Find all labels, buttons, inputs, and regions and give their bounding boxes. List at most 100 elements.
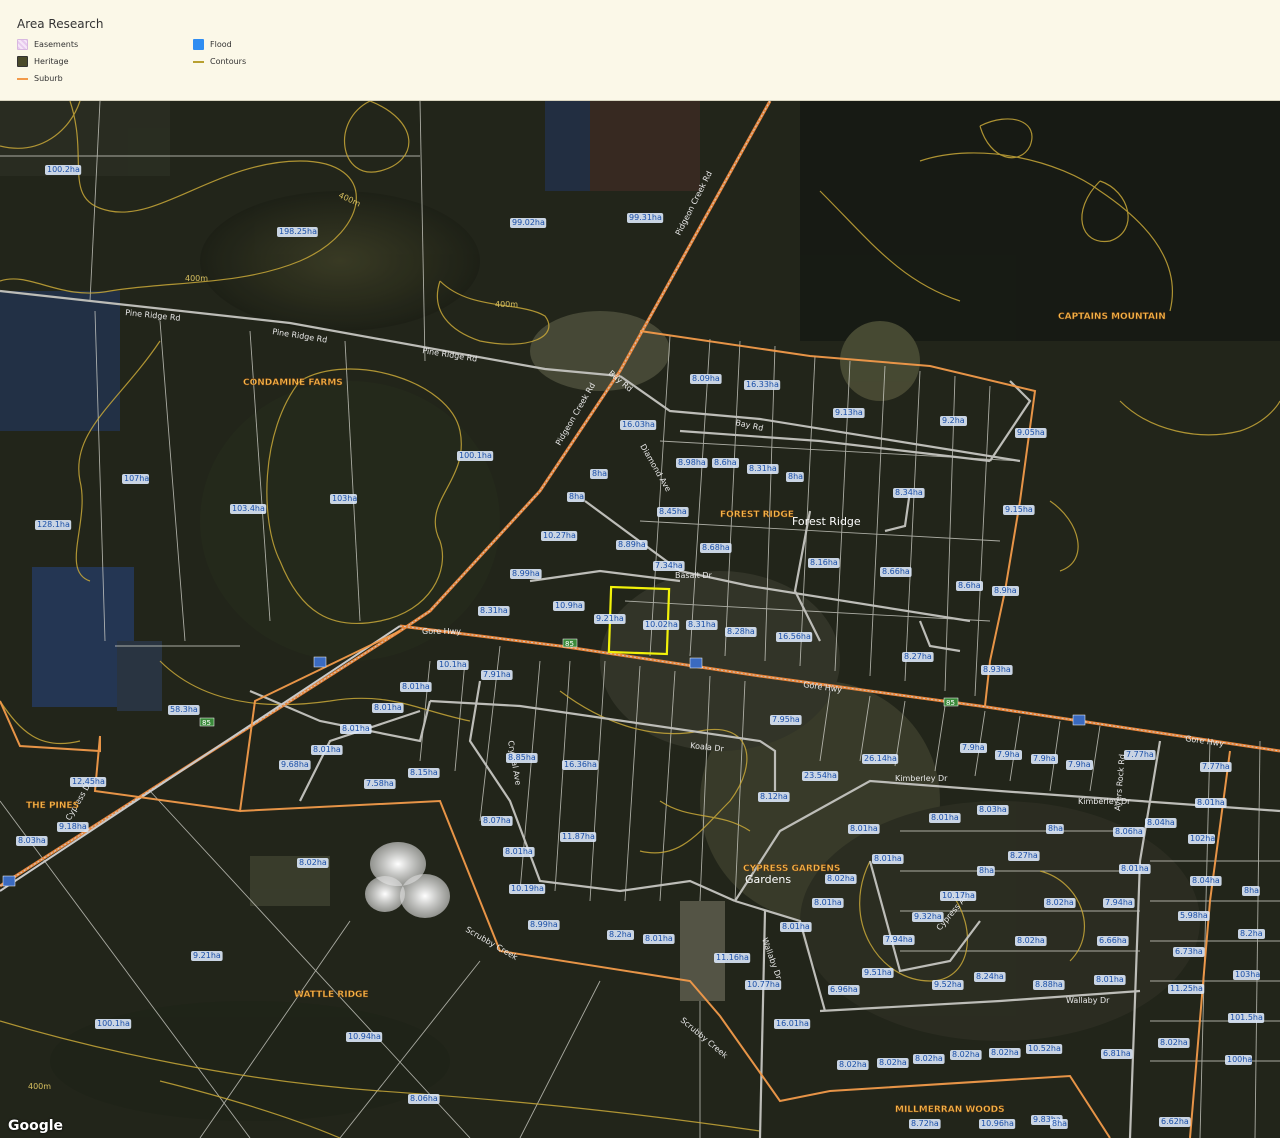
parcel-area-text: 8ha	[592, 469, 607, 478]
parcel-area-text: 7.95ha	[772, 715, 800, 724]
parcel-area-text: 8ha	[979, 866, 994, 875]
parcel-area-label: 7.91ha	[481, 670, 513, 680]
parcel-area-text: 8.04ha	[1147, 818, 1175, 827]
parcel-area-text: 8.72ha	[911, 1119, 939, 1128]
parcel-area-text: 9.21ha	[596, 614, 624, 623]
parcel-area-label: 7.34ha	[653, 561, 685, 571]
parcel-area-label: 8.01ha	[848, 824, 880, 834]
parcel-area-label: 99.02ha	[510, 218, 547, 228]
parcel-area-text: 8.66ha	[882, 567, 910, 576]
parcel-area-label: 8.98ha	[676, 458, 708, 468]
parcel-area-label: 8ha	[1046, 824, 1064, 834]
parcel-area-label: 11.16ha	[714, 953, 751, 963]
parcel-area-label: 8.01ha	[812, 898, 844, 908]
parcel-area-label: 8.93ha	[981, 665, 1013, 675]
parcel-area-label: 16.36ha	[562, 760, 599, 770]
map-canvas[interactable]: 400m 400m 400m 400m Pine Ridge Rd Pine R…	[0, 101, 1280, 1138]
parcel-area-label: 8.01ha	[1094, 975, 1126, 985]
parcel-area-text: 8ha	[569, 492, 584, 501]
parcel-area-label: 7.9ha	[1031, 754, 1058, 764]
route-shield-label: 85	[565, 640, 574, 648]
parcel-area-text: 8.27ha	[1010, 851, 1038, 860]
parcel-area-text: 8.03ha	[18, 836, 46, 845]
parcel-area-label: 8.01ha	[929, 813, 961, 823]
parcel-area-text: 8.02ha	[991, 1048, 1019, 1057]
parcel-area-label: 7.9ha	[960, 743, 987, 753]
parcel-area-label: 6.66ha	[1097, 936, 1129, 946]
parcel-area-label: 10.52ha	[1026, 1044, 1063, 1054]
suburb-label: THE PINES	[26, 801, 79, 811]
parcel-area-label: 11.25ha	[1168, 984, 1205, 994]
parcel-area-label: 102ha	[1188, 834, 1215, 844]
parcel-area-label: 7.77ha	[1124, 750, 1156, 760]
parcel-area-label: 8.31ha	[747, 464, 779, 474]
parcel-area-text: 10.77ha	[747, 980, 780, 989]
parcel-area-text: 8.6ha	[714, 458, 737, 467]
legend-item-suburb[interactable]: Suburb	[17, 73, 63, 84]
parcel-area-label: 101.5ha	[1228, 1013, 1265, 1023]
parcel-area-label: 8.99ha	[510, 569, 542, 579]
parcel-area-text: 6.81ha	[1103, 1049, 1131, 1058]
parcel-area-text: 8.16ha	[810, 558, 838, 567]
parcel-area-text: 8.01ha	[342, 724, 370, 733]
map-view[interactable]: 400m 400m 400m 400m Pine Ridge Rd Pine R…	[0, 101, 1280, 1138]
parcel-area-text: 7.77ha	[1202, 762, 1230, 771]
parcel-area-label: 23.54ha	[802, 771, 839, 781]
parcel-area-text: 8.98ha	[678, 458, 706, 467]
parcel-area-label: 8.02ha	[297, 858, 329, 868]
parcel-area-text: 11.25ha	[1170, 984, 1203, 993]
parcel-area-text: 16.56ha	[778, 632, 811, 641]
parcel-area-text: 99.31ha	[629, 213, 662, 222]
parcel-area-text: 8.07ha	[483, 816, 511, 825]
parcel-area-text: 8.01ha	[1096, 975, 1124, 984]
parcel-area-label: 6.81ha	[1101, 1049, 1133, 1059]
parcel-area-label: 8.16ha	[808, 558, 840, 568]
parcel-area-text: 9.2ha	[942, 416, 965, 425]
parcel-area-label: 8ha	[1050, 1119, 1068, 1129]
parcel-area-text: 8.01ha	[1197, 798, 1225, 807]
parcel-area-text: 16.33ha	[746, 380, 779, 389]
parcel-area-text: 8.89ha	[618, 540, 646, 549]
contours-swatch-icon	[193, 56, 204, 67]
parcel-area-text: 8.02ha	[827, 874, 855, 883]
parcel-area-text: 107ha	[124, 474, 149, 483]
parcel-area-label: 8.89ha	[616, 540, 648, 550]
legend-item-contours[interactable]: Contours	[193, 56, 246, 67]
parcel-area-label: 8.02ha	[877, 1058, 909, 1068]
parcel-area-text: 99.02ha	[512, 218, 545, 227]
parcel-area-text: 8.09ha	[692, 374, 720, 383]
parcel-area-label: 8.06ha	[408, 1094, 440, 1104]
parcel-area-label: 8.01ha	[780, 922, 812, 932]
parcel-area-text: 10.1ha	[439, 660, 467, 669]
parcel-area-label: 8ha	[567, 492, 585, 502]
parcel-area-text: 11.87ha	[562, 832, 595, 841]
parcel-area-label: 8.04ha	[1145, 818, 1177, 828]
parcel-area-text: 8.02ha	[952, 1050, 980, 1059]
parcel-area-text: 103.4ha	[232, 504, 265, 513]
legend-item-flood[interactable]: Flood	[193, 39, 232, 50]
parcel-area-label: 8.88ha	[1033, 980, 1065, 990]
parcel-area-label: 8ha	[786, 472, 804, 482]
parcel-area-label: 9.32ha	[912, 912, 944, 922]
parcel-area-text: 8.02ha	[1017, 936, 1045, 945]
parcel-area-text: 8ha	[1052, 1119, 1067, 1128]
legend-panel: Area Research Easements Heritage Suburb …	[0, 0, 1280, 101]
parcel-area-label: 100ha	[1225, 1055, 1252, 1065]
legend-label-contours: Contours	[210, 57, 247, 66]
parcel-area-text: 12.45ha	[72, 777, 105, 786]
parcel-area-text: 100.1ha	[97, 1019, 130, 1028]
parcel-area-label: 9.21ha	[594, 614, 626, 624]
parcel-area-text: 9.15ha	[1005, 505, 1033, 514]
parcel-area-text: 10.96ha	[981, 1119, 1014, 1128]
parcel-area-text: 7.77ha	[1126, 750, 1154, 759]
route-shield-icon	[1072, 714, 1086, 726]
parcel-area-label: 8.07ha	[481, 816, 513, 826]
parcel-area-text: 8.12ha	[760, 792, 788, 801]
legend-item-easements[interactable]: Easements	[17, 39, 78, 50]
parcel-area-label: 8.28ha	[725, 627, 757, 637]
parcel-area-text: 8.2ha	[1240, 929, 1263, 938]
parcel-area-label: 8.34ha	[893, 488, 925, 498]
parcel-area-label: 8.02ha	[913, 1054, 945, 1064]
legend-item-heritage[interactable]: Heritage	[17, 56, 69, 67]
parcel-area-label: 8ha	[977, 866, 995, 876]
